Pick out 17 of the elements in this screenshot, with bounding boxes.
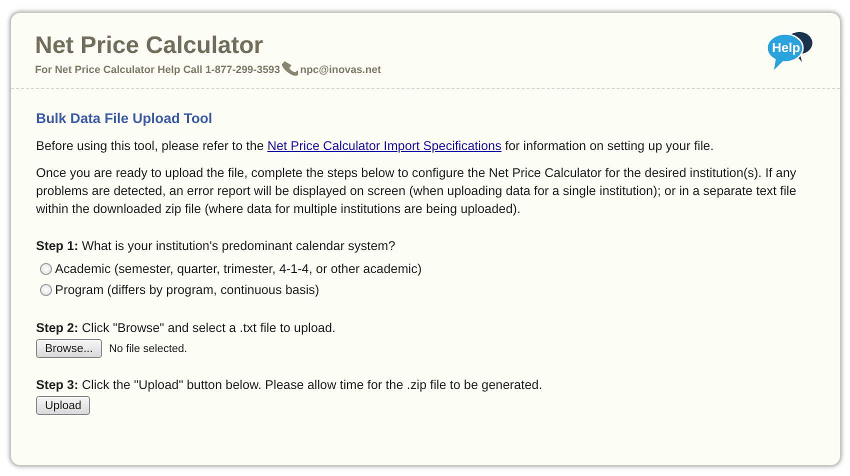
- help-phone-text: For Net Price Calculator Help Call 1-877-299-3593: [35, 64, 280, 76]
- instructions-text: Once you are ready to upload the file, complete the steps below to configure the Net Price Calculator for the desired institution(s). If any problems are detected, an error report will be displayed on screen (when uploading data for a single institution); or in a separate text file within the downloaded zip file (where data for multiple institutions are being uploaded).: [36, 165, 798, 218]
- page-title: Bulk Data File Upload Tool: [36, 110, 214, 126]
- intro-text: Before using this tool, please refer to the Net Price Calculator Import Specifications for information on setting up your file.: [36, 138, 715, 155]
- radio-button[interactable]: [40, 284, 52, 296]
- browse-button[interactable]: Browse...: [36, 339, 102, 358]
- step-label: Step 2: Click "Browse" and select a .txt file to upload.: [36, 321, 337, 335]
- radio-button[interactable]: [40, 262, 52, 274]
- radio-label[interactable]: Academic (semester, quarter, trimester, 4-1-4, or other academic): [55, 262, 422, 276]
- help-email: npc@inovas.net: [300, 64, 381, 76]
- step-label: Step 1: What is your institution's predominant calendar system?: [36, 239, 396, 253]
- radio-label[interactable]: Program (differs by program, continuous basis): [55, 282, 320, 296]
- logo-title: Net Price Calculator: [35, 33, 264, 59]
- upload-button[interactable]: Upload: [36, 396, 90, 415]
- step-label: Step 3: Click the "Upload" button below. Please allow time for the .zip file to be generated.: [36, 378, 544, 392]
- specifications-link[interactable]: Net Price Calculator Import Specifications: [267, 139, 502, 153]
- file-status: No file selected.: [108, 342, 188, 354]
